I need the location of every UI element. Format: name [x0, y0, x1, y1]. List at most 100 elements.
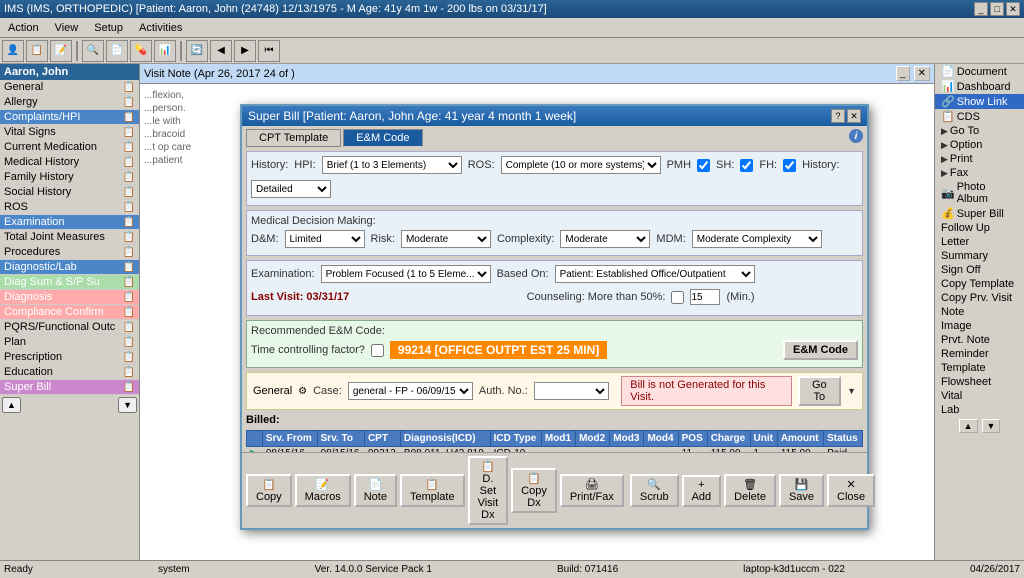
tab-cpt-template[interactable]: CPT Template [246, 129, 341, 147]
right-item-prvt-note[interactable]: Prvt. Note [935, 333, 1024, 347]
right-item-option[interactable]: ▶ Option [935, 138, 1024, 152]
sidebar-item-family-history[interactable]: Family History 📋 [0, 170, 139, 185]
mdm-result-select[interactable]: Moderate Complexity [692, 230, 822, 248]
toolbar-btn-5[interactable]: 📄 [106, 40, 128, 62]
toolbar-btn-8[interactable]: 🔄 [186, 40, 208, 62]
ros-select[interactable]: Complete (10 or more systems) [501, 156, 661, 174]
menu-setup[interactable]: Setup [90, 21, 127, 35]
auth-select[interactable] [534, 382, 609, 400]
sidebar-item-ros[interactable]: ROS 📋 [0, 200, 139, 215]
right-item-document[interactable]: 📄 Document [935, 64, 1024, 79]
sidebar-item-social-history[interactable]: Social History 📋 [0, 185, 139, 200]
sidebar-item-superbill[interactable]: Super Bill 📋 [0, 380, 139, 395]
right-item-copy-template[interactable]: Copy Template [935, 277, 1024, 291]
fh-checkbox[interactable] [783, 159, 796, 172]
sidebar-item-examination[interactable]: Examination 📋 [0, 215, 139, 230]
toolbar-btn-6[interactable]: 💊 [130, 40, 152, 62]
modal-close-button[interactable]: ✕ [847, 109, 861, 123]
menu-action[interactable]: Action [4, 21, 43, 35]
sidebar-item-diagnosis[interactable]: Diagnosis 📋 [0, 290, 139, 305]
go-to-button[interactable]: Go To [798, 376, 841, 406]
footer-close-button[interactable]: ✕ Close [827, 474, 875, 507]
toolbar-btn-1[interactable]: 👤 [2, 40, 24, 62]
visit-note-btn-close[interactable]: ✕ [914, 66, 930, 81]
toolbar-btn-10[interactable]: ▶ [234, 40, 256, 62]
menu-view[interactable]: View [51, 21, 83, 35]
counseling-checkbox[interactable] [671, 291, 684, 304]
sidebar-item-joint[interactable]: Total Joint Measures 📋 [0, 230, 139, 245]
sidebar-item-general[interactable]: General 📋 [0, 80, 139, 95]
right-item-reminder[interactable]: Reminder [935, 347, 1024, 361]
minutes-input[interactable] [690, 289, 720, 305]
right-sidebar-scroll-down[interactable]: ▼ [982, 419, 1001, 433]
footer-add-button[interactable]: + Add [682, 475, 722, 507]
modal-help-button[interactable]: ? [831, 109, 845, 123]
footer-template-button[interactable]: 📋 Template [400, 474, 465, 507]
right-item-showlink[interactable]: 🔗 Show Link [935, 94, 1024, 109]
dm-select[interactable]: Limited [285, 230, 365, 248]
footer-macros-button[interactable]: 📝 Macros [295, 474, 351, 507]
right-item-template[interactable]: Template [935, 361, 1024, 375]
right-item-summary[interactable]: Summary [935, 249, 1024, 263]
toolbar-btn-11[interactable]: ⏮ [258, 40, 280, 62]
sidebar-item-diaglab[interactable]: Diagnostic/Lab 📋 [0, 260, 139, 275]
right-sidebar-scroll-up[interactable]: ▲ [959, 419, 978, 433]
right-item-cds[interactable]: 📋 CDS [935, 109, 1024, 124]
right-item-image[interactable]: Image [935, 319, 1024, 333]
toolbar-btn-2[interactable]: 📋 [26, 40, 48, 62]
right-item-flowsheet[interactable]: Flowsheet [935, 375, 1024, 389]
risk-select[interactable]: Moderate [401, 230, 491, 248]
tab-em-code[interactable]: E&M Code [343, 129, 422, 147]
footer-copy-button[interactable]: 📋 Copy [246, 474, 292, 507]
footer-scrub-button[interactable]: 🔍 Scrub [630, 474, 679, 507]
case-select[interactable]: general - FP - 06/09/15 [348, 382, 473, 400]
sidebar-item-compliance[interactable]: Compliance Confirm 📋 [0, 305, 139, 320]
toolbar-btn-4[interactable]: 🔍 [82, 40, 104, 62]
sidebar-item-prescription[interactable]: Prescription 📋 [0, 350, 139, 365]
visit-note-btn-minimize[interactable]: _ [896, 66, 910, 81]
em-code-button[interactable]: E&M Code [783, 340, 858, 360]
maximize-button[interactable]: □ [990, 2, 1004, 16]
right-item-photo[interactable]: 📷 Photo Album [935, 180, 1024, 206]
footer-note-button[interactable]: 📄 Note [354, 474, 397, 507]
right-item-superbill[interactable]: 💰 Super Bill [935, 206, 1024, 221]
time-checkbox[interactable] [371, 344, 384, 357]
right-item-vital[interactable]: Vital [935, 389, 1024, 403]
right-item-fax[interactable]: ▶ Fax [935, 166, 1024, 180]
close-button[interactable]: ✕ [1006, 2, 1020, 16]
footer-printfax-button[interactable]: 🖨 Print/Fax [560, 474, 624, 507]
sidebar-scroll-up[interactable]: ▲ [2, 397, 21, 413]
sh-checkbox[interactable] [740, 159, 753, 172]
info-icon[interactable]: i [849, 129, 863, 143]
toolbar-btn-3[interactable]: 📝 [50, 40, 72, 62]
exam-select[interactable]: Problem Focused (1 to 5 Eleme... [321, 265, 491, 283]
footer-save-button[interactable]: 💾 Save [779, 474, 824, 507]
sidebar-scroll-down[interactable]: ▼ [118, 397, 137, 413]
right-item-signoff[interactable]: Sign Off [935, 263, 1024, 277]
right-item-note[interactable]: Note [935, 305, 1024, 319]
sidebar-item-procedures[interactable]: Procedures 📋 [0, 245, 139, 260]
right-item-letter[interactable]: Letter [935, 235, 1024, 249]
sidebar-item-medical-history[interactable]: Medical History 📋 [0, 155, 139, 170]
hpi-select[interactable]: Brief (1 to 3 Elements) [322, 156, 462, 174]
toolbar-btn-9[interactable]: ◀ [210, 40, 232, 62]
right-item-lab[interactable]: Lab [935, 403, 1024, 417]
sidebar-item-education[interactable]: Education 📋 [0, 365, 139, 380]
footer-delete-button[interactable]: 🗑 Delete [724, 474, 776, 507]
sidebar-item-allergy[interactable]: Allergy 📋 [0, 95, 139, 110]
sidebar-item-diagsum[interactable]: Diag Sum & S/P Su 📋 [0, 275, 139, 290]
right-item-followup[interactable]: Follow Up [935, 221, 1024, 235]
complexity-select[interactable]: Moderate [560, 230, 650, 248]
right-item-copy-prv[interactable]: Copy Prv. Visit [935, 291, 1024, 305]
footer-copydx-button[interactable]: 📋 Copy Dx [511, 468, 557, 513]
menu-activities[interactable]: Activities [135, 21, 186, 35]
based-on-select[interactable]: Patient: Established Office/Outpatient [555, 265, 755, 283]
right-item-dashboard[interactable]: 📊 Dashboard [935, 79, 1024, 94]
pmh-checkbox[interactable] [697, 159, 710, 172]
sidebar-item-plan[interactable]: Plan 📋 [0, 335, 139, 350]
footer-setvisitdx-button[interactable]: 📋 D. Set Visit Dx [468, 456, 509, 525]
sidebar-item-medication[interactable]: Current Medication 📋 [0, 140, 139, 155]
sidebar-item-pqrs[interactable]: PQRS/Functional Outc 📋 [0, 320, 139, 335]
minimize-button[interactable]: _ [974, 2, 988, 16]
right-item-print[interactable]: ▶ Print [935, 152, 1024, 166]
